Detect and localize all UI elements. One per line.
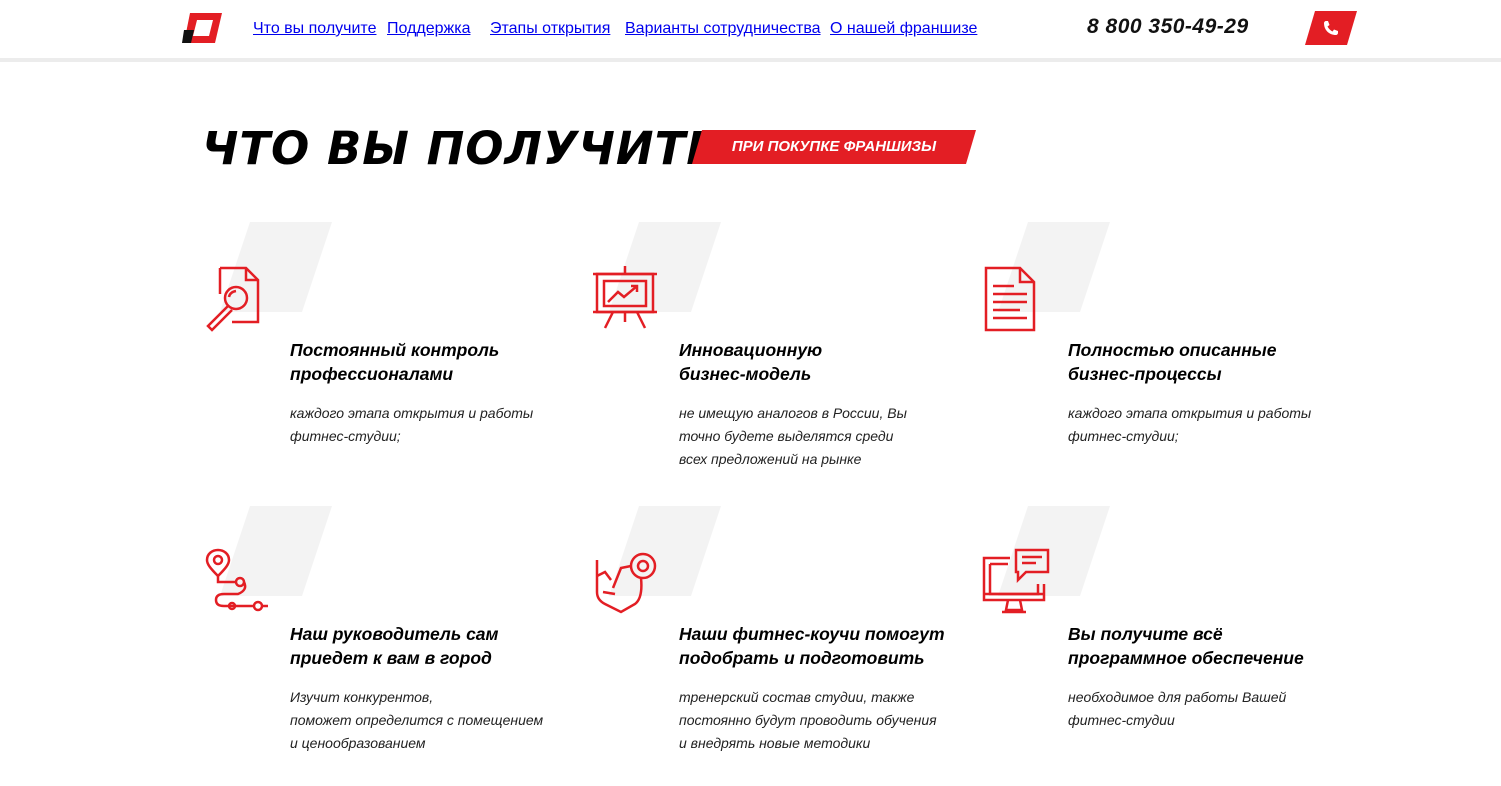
document-icon [984, 266, 1036, 332]
feature-description: каждого этапа открытия и работы фитнес-с… [290, 405, 534, 444]
feature-title: Постоянный контроль профессионалами [290, 340, 500, 384]
feature-description: необходимое для работы Вашей фитнес-студ… [1068, 689, 1287, 728]
feature-description: каждого этапа открытия и работы фитнес-с… [1068, 405, 1312, 444]
header-divider [0, 58, 1501, 62]
feature-description: тренерский состав студии, также постоянн… [679, 689, 937, 751]
document-search-icon [206, 266, 260, 332]
site-header: Что вы получите Поддержка Этапы открытия… [0, 0, 1501, 58]
feature-title: Полностью описанные бизнес-процессы [1068, 340, 1277, 384]
feature-description: Изучит конкурентов, поможет определится … [290, 689, 544, 751]
badge-label: ПРИ ПОКУПКЕ ФРАНШИЗЫ [731, 138, 937, 155]
route-pin-icon [205, 548, 268, 612]
nav-cooperation[interactable]: Варианты сотрудничества [625, 20, 821, 38]
feature-card-business-model: Инновационную бизнес-модель не имещую ан… [591, 222, 971, 492]
feature-title: Наши фитнес-коучи помогут подобрать и по… [679, 624, 945, 668]
feature-title: Наш руководитель сам приедет к вам в гор… [290, 624, 499, 668]
feature-card-software: Вы получите всё программное обеспечение … [980, 506, 1360, 776]
monitor-chat-icon [982, 548, 1050, 614]
coach-target-icon [595, 552, 657, 614]
nav-support[interactable]: Поддержка [387, 20, 470, 38]
feature-title: Вы получите всё программное обеспечение [1068, 624, 1304, 668]
feature-card-coaches: Наши фитнес-коучи помогут подобрать и по… [591, 506, 971, 776]
feature-card-control: Постоянный контроль профессионалами кажд… [202, 222, 582, 492]
call-button[interactable] [1305, 11, 1357, 45]
nav-stages[interactable]: Этапы открытия [490, 20, 610, 38]
feature-description: не имещую аналогов в России, Вы точно бу… [679, 405, 907, 467]
section-title: ЧТО ВЫ ПОЛУЧИТЕ [202, 122, 719, 175]
phone-number[interactable]: 8 800 350-49-29 [1087, 15, 1249, 39]
nav-about-franchise[interactable]: О нашей франшизе [830, 20, 977, 38]
nav-what-you-get[interactable]: Что вы получите [253, 20, 376, 38]
presentation-chart-icon [593, 266, 657, 329]
logo-icon[interactable] [182, 13, 222, 43]
feature-card-manager-visit: Наш руководитель сам приедет к вам в гор… [202, 506, 582, 776]
feature-card-processes: Полностью описанные бизнес-процессы кажд… [980, 222, 1360, 492]
section-badge: ПРИ ПОКУПКЕ ФРАНШИЗЫ [692, 130, 976, 164]
feature-title: Инновационную бизнес-модель [679, 340, 823, 384]
